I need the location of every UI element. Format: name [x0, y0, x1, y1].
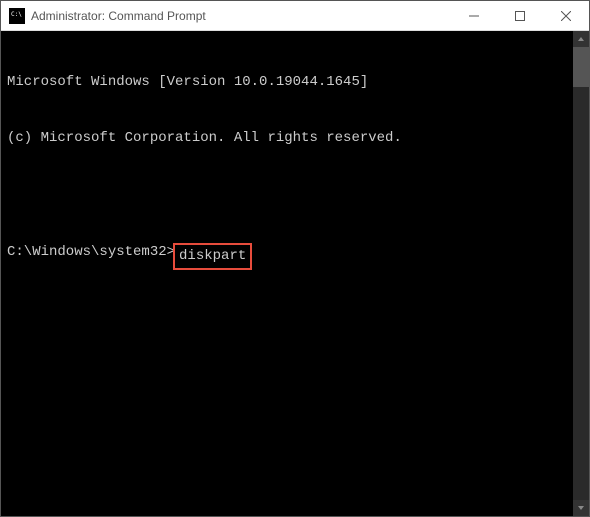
maximize-button[interactable] — [497, 1, 543, 30]
vertical-scrollbar[interactable] — [573, 31, 589, 516]
prompt-line: C:\Windows\system32>diskpart — [7, 243, 567, 270]
minimize-button[interactable] — [451, 1, 497, 30]
scrollbar-down-button[interactable] — [573, 500, 589, 516]
command-highlight: diskpart — [173, 243, 252, 270]
close-button[interactable] — [543, 1, 589, 30]
scrollbar-up-button[interactable] — [573, 31, 589, 47]
version-line: Microsoft Windows [Version 10.0.19044.16… — [7, 73, 567, 92]
terminal-area: Microsoft Windows [Version 10.0.19044.16… — [1, 31, 589, 516]
window-controls — [451, 1, 589, 30]
prompt-path: C:\Windows\system32> — [7, 243, 175, 262]
window-title: Administrator: Command Prompt — [31, 9, 451, 23]
window-titlebar: Administrator: Command Prompt — [1, 1, 589, 31]
typed-command: diskpart — [179, 248, 246, 264]
scrollbar-thumb[interactable] — [573, 47, 589, 87]
terminal-output[interactable]: Microsoft Windows [Version 10.0.19044.16… — [1, 31, 573, 516]
cmd-icon — [9, 8, 25, 24]
blank-line — [7, 186, 567, 205]
copyright-line: (c) Microsoft Corporation. All rights re… — [7, 129, 567, 148]
